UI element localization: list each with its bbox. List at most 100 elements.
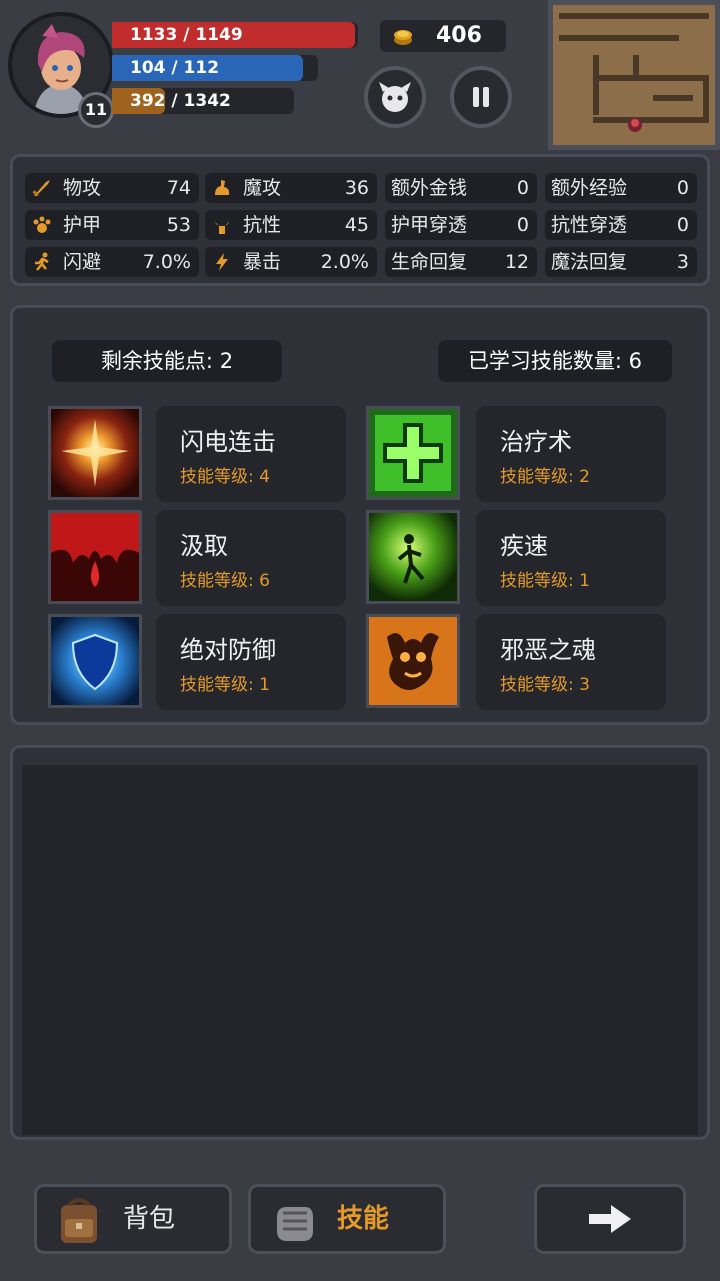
stat-value: 0	[516, 177, 529, 199]
stat-value: 7.0%	[142, 251, 191, 273]
stat-value: 0	[516, 214, 529, 236]
stat-label: 生命回复	[391, 251, 468, 273]
skill-card-heal[interactable]: 治疗术 技能等级: 2	[476, 406, 666, 502]
stat-critical: 暴击 2.0%	[205, 247, 377, 277]
skill-icon-slot[interactable]	[48, 614, 142, 708]
skill-icon-slot[interactable]	[48, 406, 142, 500]
stat-value: 74	[166, 177, 191, 199]
stat-value: 2.0%	[320, 251, 369, 273]
stat-value: 12	[504, 251, 529, 273]
stat-extra-exp: 额外经验 0	[545, 173, 697, 203]
skill-level: 技能等级: 4	[180, 467, 270, 487]
hero-level-badge: 11	[78, 92, 114, 128]
stat-magic-attack: 魔攻 36	[205, 173, 377, 203]
skills-tab-button[interactable]: 技能	[248, 1184, 446, 1254]
skill-level: 技能等级: 6	[180, 571, 270, 591]
learned-skill-count: 已学习技能数量: 6	[438, 340, 672, 382]
hp-bar: 1133 / 1149	[112, 22, 358, 48]
stat-label: 魔法回复	[551, 251, 628, 273]
xp-bar: 392 / 1342	[112, 88, 294, 114]
arrow-right-icon	[589, 1205, 631, 1233]
horns-icon	[214, 218, 230, 234]
bag-button[interactable]: 背包	[34, 1184, 232, 1254]
stat-label: 额外经验	[551, 177, 628, 199]
stat-label: 闪避	[63, 251, 102, 273]
skill-detail-area	[22, 765, 698, 1135]
gold-counter: 406	[380, 20, 506, 52]
skill-card-absolute-defense[interactable]: 绝对防御 技能等级: 1	[156, 614, 346, 710]
skill-icon-slot[interactable]	[366, 510, 460, 604]
paw-armor-icon	[33, 216, 51, 233]
stat-value: 3	[676, 251, 689, 273]
stat-dodge: 闪避 7.0%	[25, 247, 199, 277]
skill-level: 技能等级: 1	[180, 675, 270, 695]
skill-icon-slot[interactable]	[366, 614, 460, 708]
skill-icon-slot[interactable]	[48, 510, 142, 604]
skill-level: 技能等级: 1	[500, 571, 590, 591]
stat-armor: 护甲 53	[25, 210, 199, 240]
next-button[interactable]	[534, 1184, 686, 1254]
blood-drain-icon	[51, 513, 139, 601]
stat-label: 魔攻	[243, 177, 282, 199]
bag-label: 背包	[123, 1204, 176, 1234]
stat-value: 36	[344, 177, 369, 199]
mp-text: 104 / 112	[130, 58, 220, 78]
green-cross-icon	[369, 409, 457, 497]
monster-face-icon	[379, 82, 411, 112]
skill-card-evil-soul[interactable]: 邪恶之魂 技能等级: 3	[476, 614, 666, 710]
minimap[interactable]	[548, 0, 720, 150]
running-icon	[35, 252, 49, 271]
gold-coin-icon	[394, 30, 412, 45]
gold-value: 406	[436, 23, 482, 48]
skill-name: 汲取	[180, 532, 228, 560]
gauntlet-fist-icon	[277, 1207, 313, 1241]
skill-name: 绝对防御	[180, 636, 276, 664]
maze-map-icon	[553, 5, 715, 145]
hp-text: 1133 / 1149	[130, 25, 243, 45]
stat-label: 护甲	[63, 214, 102, 236]
skill-icon-slot[interactable]	[366, 406, 460, 500]
skill-name: 疾速	[500, 532, 548, 560]
skill-name: 邪恶之魂	[500, 636, 596, 664]
stat-hp-regen: 生命回复 12	[385, 247, 537, 277]
haste-figure-icon	[369, 513, 457, 601]
stat-resistance-penetration: 抗性穿透 0	[545, 210, 697, 240]
skill-card-haste[interactable]: 疾速 技能等级: 1	[476, 510, 666, 606]
monster-button[interactable]	[364, 66, 426, 128]
skill-card-drain[interactable]: 汲取 技能等级: 6	[156, 510, 346, 606]
magic-hand-icon	[215, 180, 230, 195]
skills-tab-label: 技能	[337, 1204, 390, 1234]
skill-level: 技能等级: 3	[500, 675, 590, 695]
pause-icon	[473, 87, 489, 107]
stat-label: 额外金钱	[391, 177, 468, 199]
backpack-icon	[61, 1198, 97, 1243]
stat-armor-penetration: 护甲穿透 0	[385, 210, 537, 240]
stat-physical-attack: 物攻 74	[25, 173, 199, 203]
stat-value: 53	[166, 214, 191, 236]
stat-mp-regen: 魔法回复 3	[545, 247, 697, 277]
stat-value: 0	[676, 177, 689, 199]
skill-card-lightning-combo[interactable]: 闪电连击 技能等级: 4	[156, 406, 346, 502]
stats-panel: 物攻 74 魔攻 36 额外金钱 0 额外经验 0 护甲 53 抗性 45 护甲…	[10, 154, 710, 286]
skill-level: 技能等级: 2	[500, 467, 590, 487]
lightning-burst-icon	[51, 409, 139, 497]
stat-label: 物攻	[63, 177, 102, 199]
skill-name: 闪电连击	[180, 428, 276, 456]
stat-label: 抗性穿透	[551, 214, 628, 236]
stat-label: 护甲穿透	[391, 214, 468, 236]
pause-button[interactable]	[450, 66, 512, 128]
blue-shield-icon	[51, 617, 139, 705]
lightning-icon	[216, 253, 228, 271]
evil-spirit-icon	[369, 617, 457, 705]
mp-bar: 104 / 112	[112, 55, 318, 81]
stat-resistance: 抗性 45	[205, 210, 377, 240]
stat-label: 暴击	[243, 251, 282, 273]
remaining-skill-points: 剩余技能点: 2	[52, 340, 282, 382]
stat-extra-gold: 额外金钱 0	[385, 173, 537, 203]
top-hud: 11 1133 / 1149 104 / 112 392 / 1342 406	[0, 0, 720, 150]
stat-value: 45	[344, 214, 369, 236]
sword-icon	[32, 180, 50, 197]
stat-label: 抗性	[243, 214, 282, 236]
xp-text: 392 / 1342	[130, 91, 231, 111]
stat-value: 0	[676, 214, 689, 236]
